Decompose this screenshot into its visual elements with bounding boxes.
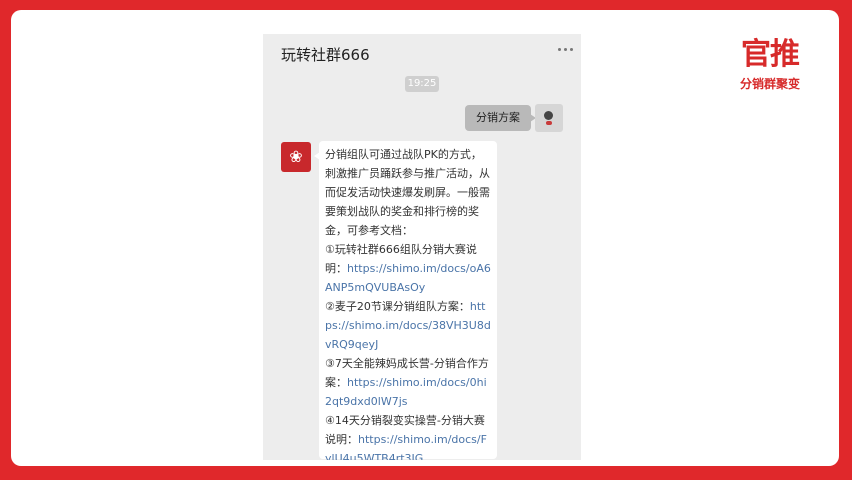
chat-title: 玩转社群666	[281, 46, 370, 64]
doc-link[interactable]: https://shimo.im/docs/oA6ANP5mQVUBAsOy	[325, 262, 491, 294]
doc-link[interactable]: https://shimo.im/docs/0hi2qt9dxd0lW7js	[325, 376, 487, 408]
doc-item-label: ②麦子20节课分销组队方案：	[325, 300, 470, 313]
user-message-bubble[interactable]: 分销方案	[465, 105, 536, 131]
brand-logo-text: 官推	[741, 37, 800, 72]
chat-window: 玩转社群666 19:25 分销方案 ❀ 分销组队可通过战队PK的方式，刺激推广…	[263, 34, 581, 460]
content-card: 玩转社群666 19:25 分销方案 ❀ 分销组队可通过战队PK的方式，刺激推广…	[11, 10, 839, 466]
brand-logo: 官推 分销群聚变	[725, 38, 815, 92]
doc-item: ①玩转社群666组队分销大赛说明：https://shimo.im/docs/o…	[325, 240, 491, 297]
message-timestamp: 19:25	[405, 76, 439, 92]
bot-message-bubble[interactable]: 分销组队可通过战队PK的方式，刺激推广员踊跃参与推广活动，从而促发活动快速爆发刷…	[314, 141, 497, 460]
user-avatar[interactable]	[535, 104, 563, 132]
doc-item: ③7天全能辣妈成长营-分销合作方案：https://shimo.im/docs/…	[325, 354, 491, 411]
doc-item: ④14天分销裂变实操营-分销大赛说明：https://shimo.im/docs…	[325, 411, 491, 460]
more-options-icon[interactable]	[558, 48, 573, 51]
doc-item: ②麦子20节课分销组队方案：https://shimo.im/docs/38VH…	[325, 297, 491, 354]
bot-avatar[interactable]: ❀	[281, 142, 311, 172]
bot-message-intro: 分销组队可通过战队PK的方式，刺激推广员踊跃参与推广活动，从而促发活动快速爆发刷…	[325, 148, 490, 237]
brand-subtitle: 分销群聚变	[739, 77, 800, 91]
